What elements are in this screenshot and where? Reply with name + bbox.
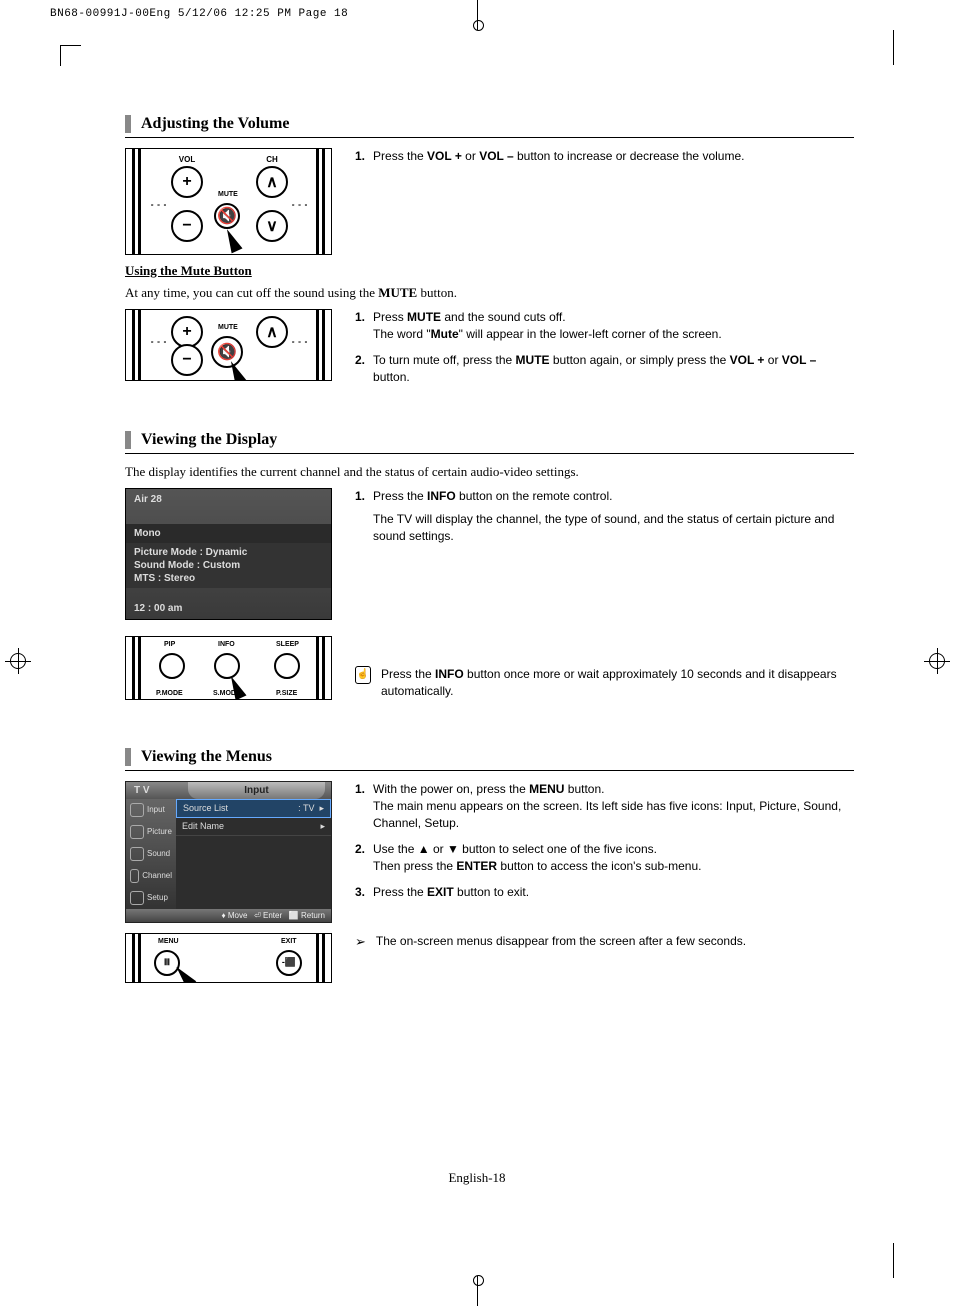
input-icon — [130, 803, 144, 817]
ch-label: CH — [256, 155, 288, 164]
step-number: 3. — [355, 884, 365, 901]
page-footer: English-18 — [0, 1170, 954, 1186]
section-title-display: Viewing the Display — [125, 431, 854, 449]
pip-button — [159, 653, 185, 679]
step-number: 2. — [355, 841, 365, 876]
osd-input-label: Input — [188, 782, 325, 799]
mute-label: MUTE — [218, 324, 238, 331]
crop-corner — [893, 1243, 894, 1278]
osd-channel: Air 28 — [126, 489, 331, 510]
ch-up-button: ∧ — [256, 166, 288, 198]
exit-button: -⬛ — [276, 950, 302, 976]
reg-mark-left — [0, 653, 35, 669]
mute-intro: At any time, you can cut off the sound u… — [125, 285, 854, 301]
step-text: Press the INFO button on the remote cont… — [373, 488, 854, 546]
section-title-volume: Adjusting the Volume — [125, 115, 854, 133]
section-title-menus: Viewing the Menus — [125, 748, 854, 766]
reg-mark-right — [919, 653, 954, 669]
chevron-icon: ➢ — [355, 933, 366, 951]
psize-label: P.SIZE — [276, 690, 297, 697]
osd-sidebar: Input Picture Sound Channel Setup — [126, 799, 176, 909]
osd-footer: ♦ Move ⏎ Enter ⬜ Return — [126, 909, 331, 922]
remote-diagram-info: PIP INFO SLEEP P.MODE S.MODE P.SIZE — [125, 636, 332, 700]
step-number: 1. — [355, 488, 365, 546]
crop-mark-top — [477, 0, 478, 30]
exit-label: EXIT — [281, 938, 297, 945]
crop-corner — [60, 45, 81, 66]
ch-down-button: ∨ — [256, 210, 288, 242]
step-number: 2. — [355, 352, 365, 387]
sleep-button — [274, 653, 300, 679]
step-number: 1. — [355, 781, 365, 833]
step-text: Press the EXIT button to exit. — [373, 884, 529, 901]
step-text: Use the or button to select one of the f… — [373, 841, 701, 876]
mute-button: 🔇 — [214, 203, 240, 229]
pmode-label: P.MODE — [156, 690, 183, 697]
remote-diagram-volume: VOL + − CH ∧ ∨ MUTE 🔇 ∘∘∘ ∘∘∘ — [125, 148, 332, 255]
pip-label: PIP — [164, 641, 175, 648]
osd-sound-mode: Sound Mode : Custom — [126, 559, 331, 572]
osd-time: 12 : 00 am — [126, 598, 331, 619]
step-number: 1. — [355, 148, 365, 165]
vol-plus-button: + — [171, 166, 203, 198]
osd-picture-mode: Picture Mode : Dynamic — [126, 543, 331, 559]
note-text: The on-screen menus disappear from the s… — [376, 933, 746, 950]
display-intro: The display identifies the current chann… — [125, 464, 854, 480]
vol-label: VOL — [171, 155, 203, 164]
pointer-arrow-icon — [221, 227, 242, 254]
channel-icon — [130, 869, 139, 883]
osd-tv-label: T V — [126, 782, 182, 799]
info-label: INFO — [218, 641, 235, 648]
ch-up-button: ∧ — [256, 316, 288, 348]
osd-mts: MTS : Stereo — [126, 572, 331, 588]
sub-heading-mute: Using the Mute Button — [125, 263, 854, 279]
pointer-arrow-icon — [225, 359, 246, 381]
step-text: To turn mute off, press the MUTE button … — [373, 352, 854, 387]
osd-info-panel: Air 28 Mono Picture Mode : Dynamic Sound… — [125, 488, 332, 620]
crop-mark-bottom — [477, 1276, 478, 1306]
picture-icon — [130, 825, 144, 839]
osd-menu-panel: T V Input Input Picture Sound Channel Se… — [125, 781, 332, 923]
step-number: 1. — [355, 309, 365, 344]
step-text: Press the VOL + or VOL – button to incre… — [373, 148, 744, 165]
osd-edit-name: Edit Name▸ — [176, 818, 331, 836]
osd-source-list: Source List : TV ▸ — [176, 799, 331, 818]
crop-corner — [893, 30, 894, 65]
note-icon: ☝ — [355, 666, 371, 684]
print-header: BN68-00991J-00Eng 5/12/06 12:25 PM Page … — [50, 8, 348, 20]
step-text: With the power on, press the MENU button… — [373, 781, 854, 833]
osd-sound: Mono — [126, 524, 331, 543]
mute-label: MUTE — [218, 191, 238, 198]
menu-label: MENU — [158, 938, 179, 945]
vol-minus-button: − — [171, 210, 203, 242]
step-text: Press MUTE and the sound cuts off. The w… — [373, 309, 722, 344]
vol-minus-button: − — [171, 344, 203, 376]
remote-diagram-menu: MENU EXIT Ⅲ -⬛ — [125, 933, 332, 983]
setup-icon — [130, 891, 144, 905]
sleep-label: SLEEP — [276, 641, 299, 648]
up-arrow-icon — [418, 842, 430, 856]
sound-icon — [130, 847, 144, 861]
note-text: Press the INFO button once more or wait … — [381, 666, 854, 700]
down-arrow-icon — [447, 842, 459, 856]
remote-diagram-mute: + − ∧ MUTE 🔇 ∘∘∘ ∘∘∘ — [125, 309, 332, 381]
